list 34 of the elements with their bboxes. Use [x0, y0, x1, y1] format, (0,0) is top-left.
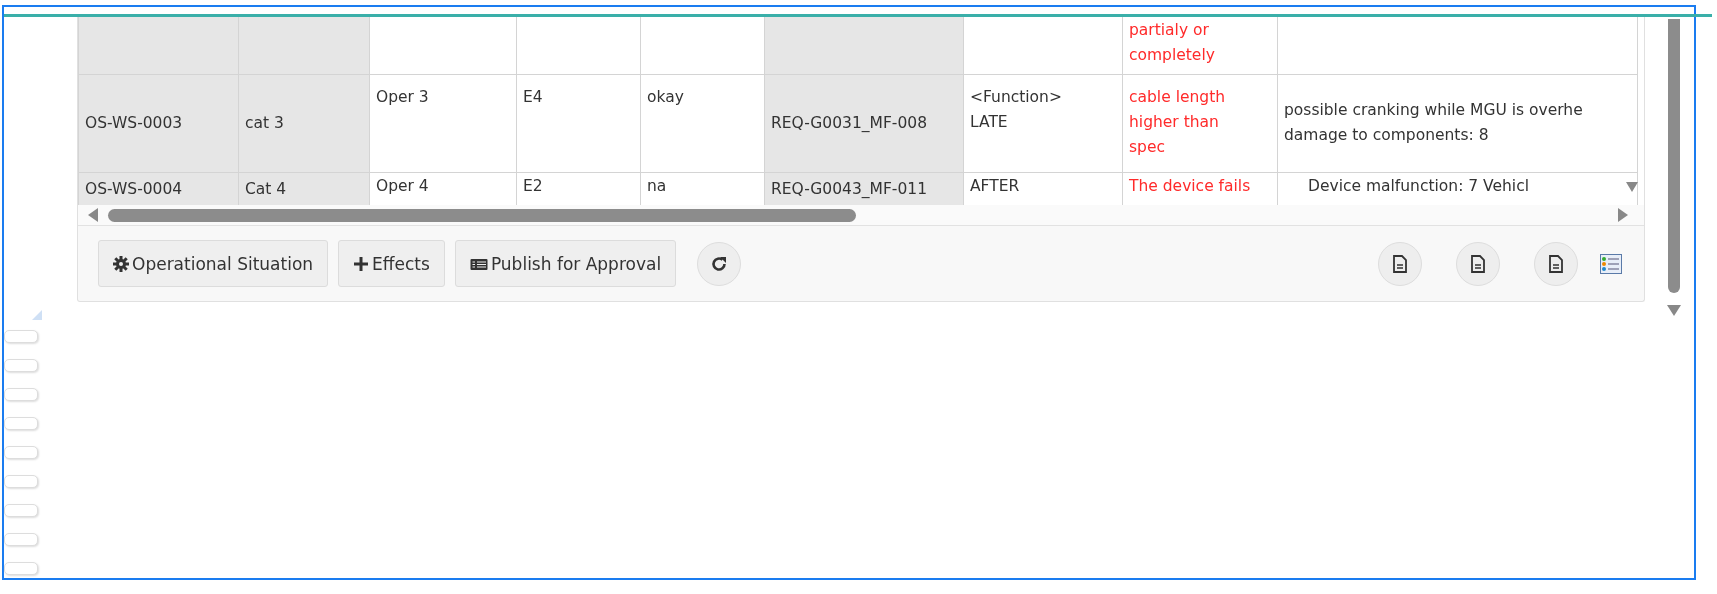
document-icon — [1549, 254, 1563, 273]
legend-list-icon[interactable] — [1600, 253, 1622, 274]
table-cell: cat 3 — [238, 74, 370, 172]
document-button[interactable] — [1378, 241, 1422, 286]
table-cell: E4 — [516, 74, 641, 172]
refresh-icon — [710, 254, 729, 273]
document-button[interactable] — [1456, 241, 1500, 286]
resize-grip-icon — [32, 310, 42, 320]
scroll-right-arrow-icon[interactable] — [1618, 208, 1628, 222]
table-cell: OS-WS-0003 — [78, 74, 239, 172]
table-cell: REQ-G0031_MF-008 — [764, 74, 964, 172]
horizontal-scrollbar[interactable] — [78, 205, 1644, 226]
table-cell: possible cranking while MGU is overhe damage to components: 8 — [1277, 74, 1638, 172]
document-button[interactable] — [1534, 241, 1578, 286]
table-cell: REQ-G0043_MF-011 — [764, 172, 964, 205]
table-cell: partialy or completely — [1122, 17, 1278, 74]
toolbar-button[interactable]: Operational Situation — [98, 240, 329, 287]
table-cell: Cat 4 — [238, 172, 370, 205]
scrollbar-thumb[interactable] — [108, 208, 856, 222]
gear-icon — [113, 255, 129, 272]
scroll-down-arrow-icon[interactable] — [1626, 182, 1638, 192]
table-cell: <Function> LATE — [963, 74, 1123, 172]
table-cell: Oper 3 — [369, 74, 517, 172]
scroll-left-arrow-icon[interactable] — [88, 208, 98, 222]
toolbar-button[interactable]: Effects — [338, 240, 445, 287]
toolbar-button[interactable]: Publish for Approval — [454, 240, 677, 287]
table-cell: cable length higher than spec — [1122, 74, 1278, 172]
table-cell: okay — [640, 74, 765, 172]
document-icon — [1393, 254, 1407, 273]
scroll-down-arrow-icon[interactable] — [1667, 305, 1681, 316]
table-cell: OS-WS-0004 — [78, 172, 239, 205]
scrollbar-thumb[interactable] — [1668, 19, 1680, 293]
document-icon — [1471, 254, 1485, 273]
plus-icon — [353, 255, 370, 272]
